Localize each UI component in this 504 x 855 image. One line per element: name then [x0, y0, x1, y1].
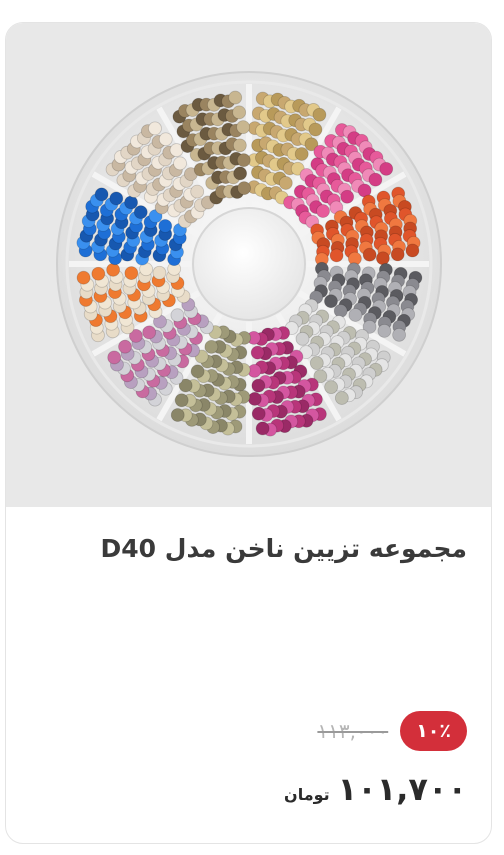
- nail-stud: [109, 191, 124, 206]
- nail-stud: [340, 189, 355, 204]
- currency-label: تومان: [284, 784, 330, 804]
- final-price: ۱۰۱,۷۰۰: [337, 770, 467, 808]
- product-card[interactable]: مجموعه تزیین ناخن مدل D40 ۱۰٪ ۱۱۳,۰۰۰ ۱۰…: [5, 22, 492, 844]
- price-row: ۱۰٪ ۱۱۳,۰۰۰: [317, 711, 467, 751]
- discount-badge: ۱۰٪: [400, 711, 467, 751]
- nail-stud: [174, 393, 189, 408]
- nail-stud: [405, 243, 420, 258]
- nail-stud: [228, 90, 243, 105]
- nail-stud: [295, 331, 310, 346]
- nail-stud: [329, 248, 344, 263]
- nail-stud: [148, 121, 162, 136]
- nail-stud: [375, 251, 390, 266]
- final-price-row: ۱۰۱,۷۰۰ تومان: [284, 763, 467, 815]
- product-title[interactable]: مجموعه تزیین ناخن مدل D40: [27, 529, 467, 569]
- nail-stud: [309, 356, 324, 370]
- nail-stud: [250, 345, 265, 360]
- nail-stud: [362, 247, 377, 262]
- nail-stud: [251, 378, 266, 393]
- nail-wheel-image: [56, 71, 442, 457]
- nail-stud: [324, 294, 338, 309]
- nail-stud: [294, 147, 309, 161]
- product-image[interactable]: [6, 23, 491, 507]
- nail-stud: [133, 205, 148, 220]
- nail-stud: [94, 187, 109, 202]
- nail-stud: [170, 308, 185, 323]
- nail-stud: [379, 161, 394, 176]
- nail-stud: [158, 219, 173, 233]
- nail-stud: [76, 270, 91, 285]
- nail-stud: [170, 408, 185, 422]
- nail-stud: [124, 195, 138, 210]
- nail-stud: [158, 132, 173, 147]
- nail-stud: [255, 421, 270, 436]
- nail-stud: [312, 107, 327, 122]
- nail-stud: [91, 266, 106, 281]
- nail-stud: [124, 266, 139, 280]
- nail-stud: [392, 327, 407, 342]
- nail-stud: [247, 391, 262, 406]
- nail-stud: [190, 364, 205, 379]
- nail-stud: [237, 181, 251, 196]
- nail-stud: [142, 325, 157, 340]
- nail-stud: [236, 120, 251, 135]
- nail-stud: [118, 339, 132, 354]
- old-price: ۱۱۳,۰۰۰: [317, 719, 389, 743]
- nail-stud: [236, 153, 251, 168]
- nail-stud: [377, 323, 392, 338]
- nail-stud: [233, 166, 248, 181]
- nail-stud: [390, 247, 405, 262]
- nail-stud: [251, 406, 266, 421]
- nail-stud: [232, 105, 247, 120]
- nail-stud: [232, 138, 247, 153]
- nail-stud: [107, 350, 122, 365]
- nail-stud: [190, 184, 205, 199]
- nail-stud: [106, 262, 121, 277]
- nail-stud: [316, 204, 330, 218]
- nail-stud: [324, 380, 339, 395]
- nail-stud: [278, 176, 293, 190]
- nail-stud: [348, 308, 363, 322]
- nail-stud: [152, 265, 167, 280]
- nail-stud: [334, 391, 349, 405]
- nail-stud: [308, 122, 323, 137]
- nail-stud: [204, 339, 219, 354]
- nail-stud: [173, 156, 187, 171]
- nail-stud: [368, 172, 383, 187]
